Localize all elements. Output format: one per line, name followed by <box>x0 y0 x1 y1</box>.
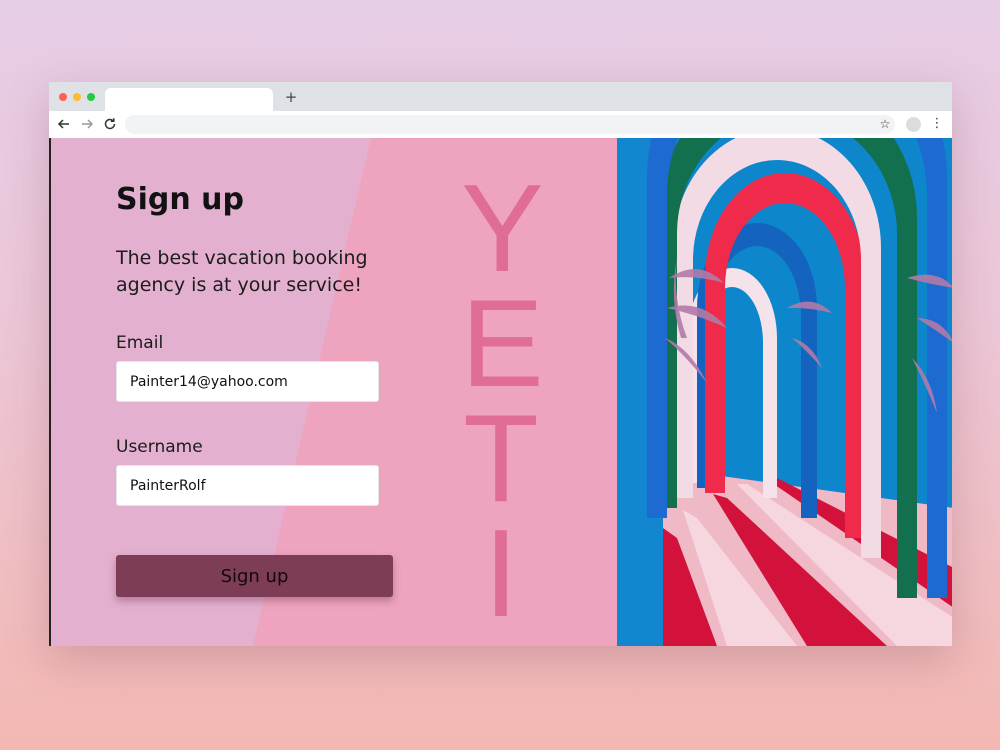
email-label: Email <box>116 333 164 353</box>
username-field[interactable] <box>116 465 379 506</box>
logo-letter: Y <box>461 160 544 298</box>
active-tab[interactable] <box>105 88 273 111</box>
sign-up-button[interactable]: Sign up <box>116 555 393 597</box>
tab-bar: + <box>49 82 952 111</box>
arches-illustration <box>617 138 952 646</box>
signup-panel: Y E T I Sign up The best vacation bookin… <box>51 138 617 646</box>
address-bar[interactable] <box>125 115 895 134</box>
page-title: Sign up <box>116 182 244 217</box>
signup-page: Y E T I Sign up The best vacation bookin… <box>49 138 952 646</box>
maximize-window-dot[interactable] <box>87 93 95 101</box>
kebab-menu-icon[interactable]: ⋮ <box>929 115 945 133</box>
browser-window: + ☆ ⋮ Y E T I Sign up The best vacation … <box>49 82 952 646</box>
forward-icon[interactable] <box>78 115 96 133</box>
new-tab-button[interactable]: + <box>282 88 300 106</box>
username-label: Username <box>116 437 203 457</box>
logo-letter: I <box>483 505 519 643</box>
yeti-logo: Y E T I <box>461 160 544 643</box>
logo-letter: E <box>461 275 544 413</box>
close-window-dot[interactable] <box>59 93 67 101</box>
page-subtitle: The best vacation booking agency is at y… <box>116 247 368 296</box>
email-field[interactable] <box>116 361 379 402</box>
profile-avatar[interactable] <box>906 117 921 132</box>
logo-letter: T <box>463 390 539 528</box>
star-icon[interactable]: ☆ <box>877 115 893 133</box>
hero-image <box>617 138 952 646</box>
reload-icon[interactable] <box>101 115 119 133</box>
back-icon[interactable] <box>55 115 73 133</box>
browser-toolbar: ☆ ⋮ <box>49 111 952 139</box>
minimize-window-dot[interactable] <box>73 93 81 101</box>
